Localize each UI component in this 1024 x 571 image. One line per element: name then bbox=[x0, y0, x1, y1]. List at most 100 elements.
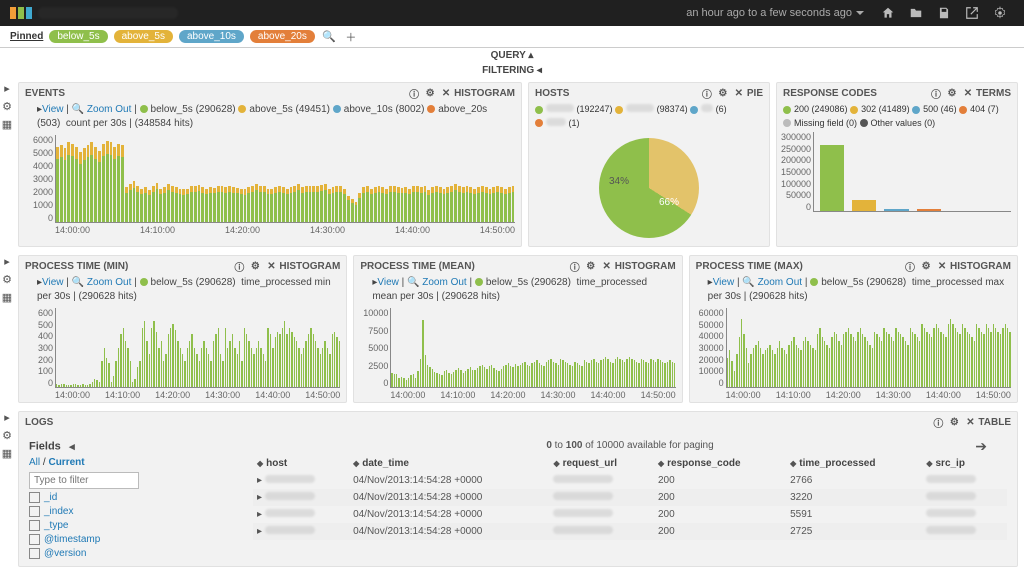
view-link[interactable]: View bbox=[377, 277, 399, 288]
row-settings-icon[interactable]: ⚙ bbox=[1, 429, 13, 441]
chevron-left-icon[interactable]: ◂ bbox=[66, 440, 78, 452]
filtering-toggle[interactable]: FILTERING ◂ bbox=[0, 63, 1024, 78]
row-settings-icon[interactable]: ⚙ bbox=[1, 273, 13, 285]
row-settings-icon[interactable]: ⚙ bbox=[1, 100, 13, 112]
fields-all-link[interactable]: All bbox=[29, 457, 40, 468]
topbar: an hour ago to a few seconds ago bbox=[0, 0, 1024, 26]
panel-mode: HISTOGRAM bbox=[454, 88, 515, 99]
panel-title: RESPONSE CODES bbox=[783, 88, 877, 99]
gear-icon[interactable]: ⚙ bbox=[717, 87, 729, 99]
row-collapse-icon[interactable]: ▸ bbox=[1, 82, 13, 94]
events-chart[interactable]: 6000500040003000200010000 14:00:0014:10:… bbox=[19, 135, 521, 237]
next-page-icon[interactable]: ➔ bbox=[975, 438, 987, 455]
close-icon[interactable]: ✕ bbox=[936, 260, 948, 272]
info-icon[interactable]: ⓘ bbox=[701, 87, 713, 99]
gear-icon[interactable]: ⚙ bbox=[424, 87, 436, 99]
panel-mode: HISTOGRAM bbox=[950, 261, 1011, 272]
timerange-picker[interactable]: an hour ago to a few seconds ago bbox=[686, 7, 864, 19]
info-icon[interactable]: ⓘ bbox=[569, 260, 581, 272]
field-item[interactable]: _index bbox=[29, 506, 239, 517]
zoom-out-link[interactable]: Zoom Out bbox=[758, 277, 802, 288]
gear-icon[interactable]: ⚙ bbox=[946, 87, 958, 99]
panel-title: EVENTS bbox=[25, 88, 65, 99]
column-header[interactable]: time_processed bbox=[786, 455, 922, 472]
column-header[interactable]: host bbox=[253, 455, 349, 472]
tag-below-5s[interactable]: below_5s bbox=[49, 30, 107, 43]
tag-above-5s[interactable]: above_5s bbox=[114, 30, 173, 43]
column-header[interactable]: response_code bbox=[654, 455, 786, 472]
hosts-pie[interactable]: 34% 66% bbox=[599, 138, 699, 238]
info-icon[interactable]: ⓘ bbox=[233, 260, 245, 272]
row-collapse-icon[interactable]: ▸ bbox=[1, 411, 13, 423]
info-icon[interactable]: ⓘ bbox=[904, 260, 916, 272]
settings-icon[interactable] bbox=[992, 5, 1008, 21]
panel-title: PROCESS TIME (MAX) bbox=[696, 261, 803, 272]
pinned-label: Pinned bbox=[10, 31, 43, 42]
fields-filter-input[interactable] bbox=[29, 472, 139, 489]
panel-logs: LOGS ⓘ⚙✕ TABLE Fields ◂ All / Current _i… bbox=[18, 411, 1018, 567]
close-icon[interactable]: ✕ bbox=[601, 260, 613, 272]
view-link[interactable]: View bbox=[42, 277, 64, 288]
close-icon[interactable]: ✕ bbox=[964, 416, 976, 428]
row-add-icon[interactable]: ▦ bbox=[1, 447, 13, 459]
info-icon[interactable]: ⓘ bbox=[930, 87, 942, 99]
export-icon[interactable] bbox=[964, 5, 980, 21]
search-icon[interactable]: 🔍 bbox=[323, 31, 335, 43]
close-icon[interactable]: ✕ bbox=[265, 260, 277, 272]
panel-process-time-mean: PROCESS TIME (MEAN) ⓘ⚙✕ HISTOGRAM ▸View … bbox=[353, 255, 682, 403]
logs-table: hostdate_timerequest_urlresponse_codetim… bbox=[253, 455, 1007, 540]
gear-icon[interactable]: ⚙ bbox=[948, 416, 960, 428]
row-add-icon[interactable]: ▦ bbox=[1, 118, 13, 130]
view-link[interactable]: View bbox=[42, 104, 64, 115]
panel-process-time-min: PROCESS TIME (MIN) ⓘ⚙✕ HISTOGRAM ▸View |… bbox=[18, 255, 347, 403]
row-add-icon[interactable]: ▦ bbox=[1, 291, 13, 303]
column-header[interactable]: request_url bbox=[549, 455, 654, 472]
app-logo[interactable] bbox=[10, 7, 32, 19]
info-icon[interactable]: ⓘ bbox=[932, 416, 944, 428]
home-icon[interactable] bbox=[880, 5, 896, 21]
response-codes-chart[interactable]: 300000250000200000150000100000500000 bbox=[777, 132, 1017, 226]
folder-icon[interactable] bbox=[908, 5, 924, 21]
tag-above-20s[interactable]: above_20s bbox=[250, 30, 315, 43]
query-toggle[interactable]: QUERY ▴ bbox=[0, 48, 1024, 63]
save-icon[interactable] bbox=[936, 5, 952, 21]
panel-title: HOSTS bbox=[535, 88, 569, 99]
tag-above-10s[interactable]: above_10s bbox=[179, 30, 244, 43]
column-header[interactable]: date_time bbox=[349, 455, 549, 472]
panel-title: LOGS bbox=[25, 417, 53, 428]
ptmin-chart[interactable]: 600500400300200100014:00:0014:10:0014:20… bbox=[19, 308, 346, 402]
field-item[interactable]: @version bbox=[29, 548, 239, 559]
field-item[interactable]: @timestamp bbox=[29, 534, 239, 545]
ptmean-chart[interactable]: 10000750050002500014:00:0014:10:0014:20:… bbox=[354, 308, 681, 402]
panel-response-codes: RESPONSE CODES ⓘ ⚙ ✕ TERMS 200 (249086) … bbox=[776, 82, 1018, 247]
table-row[interactable]: ▸ 04/Nov/2013:14:54:28 +00002002725 bbox=[253, 523, 1007, 540]
table-row[interactable]: ▸ 04/Nov/2013:14:54:28 +00002003220 bbox=[253, 489, 1007, 506]
zoom-out-link[interactable]: Zoom Out bbox=[422, 277, 466, 288]
panel-events: EVENTS ⓘ ⚙ ✕ HISTOGRAM ▸View | 🔍 Zoom Ou… bbox=[18, 82, 522, 247]
field-item[interactable]: _type bbox=[29, 520, 239, 531]
panel-title: PROCESS TIME (MIN) bbox=[25, 261, 128, 272]
close-icon[interactable]: ✕ bbox=[962, 87, 974, 99]
panel-title: PROCESS TIME (MEAN) bbox=[360, 261, 474, 272]
close-icon[interactable]: ✕ bbox=[440, 87, 452, 99]
column-header[interactable]: src_ip bbox=[922, 455, 1007, 472]
panel-mode: TERMS bbox=[976, 88, 1011, 99]
view-link[interactable]: View bbox=[713, 277, 735, 288]
gear-icon[interactable]: ⚙ bbox=[920, 260, 932, 272]
gear-icon[interactable]: ⚙ bbox=[249, 260, 261, 272]
add-icon[interactable]: ＋ bbox=[345, 31, 357, 43]
zoom-out-link[interactable]: Zoom Out bbox=[87, 104, 131, 115]
panel-mode: PIE bbox=[747, 88, 763, 99]
table-row[interactable]: ▸ 04/Nov/2013:14:54:28 +00002002766 bbox=[253, 472, 1007, 489]
field-item[interactable]: _id bbox=[29, 492, 239, 503]
panel-mode: HISTOGRAM bbox=[615, 261, 676, 272]
row-collapse-icon[interactable]: ▸ bbox=[1, 255, 13, 267]
gear-icon[interactable]: ⚙ bbox=[585, 260, 597, 272]
close-icon[interactable]: ✕ bbox=[733, 87, 745, 99]
table-row[interactable]: ▸ 04/Nov/2013:14:54:28 +00002005591 bbox=[253, 506, 1007, 523]
zoom-out-link[interactable]: Zoom Out bbox=[87, 277, 131, 288]
info-icon[interactable]: ⓘ bbox=[408, 87, 420, 99]
app-title bbox=[38, 7, 178, 19]
ptmax-chart[interactable]: 600005000040000300002000010000014:00:001… bbox=[690, 308, 1017, 402]
fields-current-link[interactable]: Current bbox=[48, 457, 84, 468]
